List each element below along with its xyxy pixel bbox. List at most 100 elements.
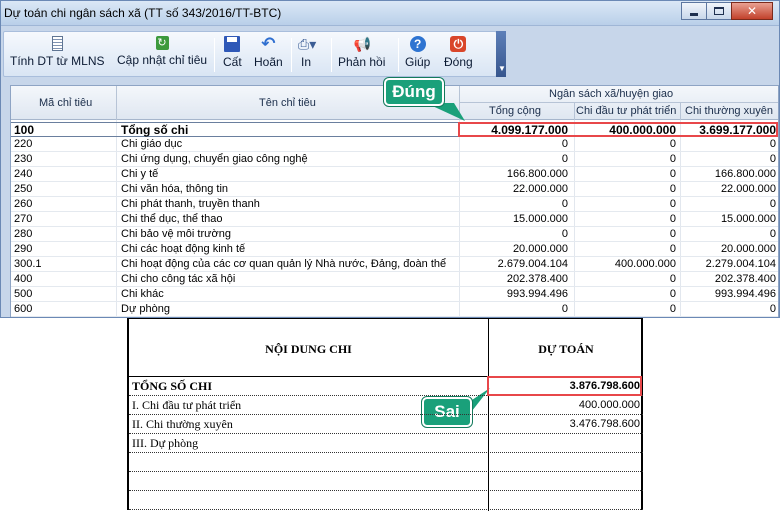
cell-total: 15.000.000	[512, 213, 568, 225]
report-row	[129, 491, 643, 510]
cell-code: 270	[14, 213, 33, 225]
cell-name: Chi hoạt động của các cơ quan quản lý Nh…	[121, 258, 447, 270]
calc-from-mlns-button[interactable]: Tính DT từ MLNS	[10, 34, 105, 74]
cell-invest: 0	[669, 198, 676, 210]
table-row[interactable]: 400 Chi cho công tác xã hội 202.378.400 0 20…	[11, 272, 778, 287]
feedback-label: Phản hồi	[338, 55, 386, 69]
cell-code: 240	[14, 168, 33, 180]
cell-invest: 0	[669, 168, 676, 180]
cell-code: 600	[14, 303, 33, 315]
feedback-button[interactable]: 📢 Phản hồi	[338, 34, 385, 74]
close-window-button[interactable]: ✕	[731, 2, 773, 20]
report-header-content: NỘI DUNG CHI	[265, 342, 352, 356]
cell-name: Chi giáo dục	[121, 138, 183, 150]
cell-regular: 0	[769, 303, 776, 315]
close-button[interactable]: ⏻ Đóng	[444, 34, 473, 74]
table-row[interactable]: 270 Chi thể dục, thể thao 15.000.000 0 15.00…	[11, 212, 778, 227]
cell-invest: 0	[669, 303, 676, 315]
cell-regular: 993.994.496	[714, 288, 776, 300]
table-row[interactable]: 600 Dự phòng 0 0 0	[11, 302, 778, 317]
help-label: Giúp	[405, 55, 431, 69]
report-row-value: 400.000.000	[578, 399, 640, 411]
table-row[interactable]: 500 Chi khác 993.994.496 0 993.994.496	[11, 287, 778, 302]
cell-name: Chi bảo vệ môi trường	[121, 228, 231, 240]
report-table: NỘI DUNG CHI DỰ TOÁN TỔNG SỐ CHI 3.876.79…	[127, 318, 643, 511]
cell-name: Chi thể dục, thể thao	[121, 213, 223, 225]
table-row[interactable]: 290 Chi các hoạt động kinh tế 20.000.000 0 2…	[11, 242, 778, 257]
update-targets-button[interactable]: ↻ Cập nhật chỉ tiêu	[117, 34, 207, 74]
header-name[interactable]: Tên chỉ tiêu	[259, 97, 316, 109]
title-bar: Dự toán chi ngân sách xã (TT số 343/2016…	[1, 1, 779, 26]
cell-regular: 0	[769, 153, 776, 165]
cell-total: 993.994.496	[506, 288, 568, 300]
cell-code: 500	[14, 288, 33, 300]
megaphone-icon: 📢	[353, 36, 372, 52]
maximize-button[interactable]	[706, 2, 732, 20]
cell-regular: 202.378.400	[714, 273, 776, 285]
minimize-icon	[690, 12, 698, 16]
help-icon: ?	[409, 36, 426, 52]
header-code[interactable]: Mã chỉ tiêu	[39, 97, 92, 109]
document-icon	[51, 36, 63, 51]
minimize-button[interactable]	[681, 2, 707, 20]
report-value-cell	[489, 491, 643, 510]
print-button[interactable]: ⎙▾ In	[298, 34, 317, 74]
print-icon: ⎙▾	[298, 36, 317, 52]
maximize-icon	[714, 7, 724, 15]
cell-code: 260	[14, 198, 33, 210]
header-divider	[459, 102, 778, 103]
report-value-cell: 400.000.000	[489, 396, 643, 415]
cell-total: 20.000.000	[512, 243, 568, 255]
cell-code: 220	[14, 138, 33, 150]
cell-total: 202.378.400	[506, 273, 568, 285]
cell-total: 0	[561, 138, 568, 150]
report-value-cell	[489, 472, 643, 491]
table-row[interactable]: 230 Chi ứng dụng, chuyển giao công nghệ 0 0…	[11, 152, 778, 167]
toolbar-overflow-button[interactable]: ▼	[496, 31, 506, 77]
save-icon	[224, 36, 241, 52]
cell-name: Tổng số chi	[121, 123, 189, 137]
header-regular[interactable]: Chi thường xuyên	[685, 105, 773, 117]
toolbar-separator	[291, 38, 292, 72]
cell-name: Chi ứng dụng, chuyển giao công nghệ	[121, 153, 308, 165]
wrong-highlight-box	[487, 376, 642, 396]
cell-regular: 15.000.000	[720, 213, 776, 225]
report-row-label: III. Dự phòng	[132, 436, 199, 450]
undo-button[interactable]: ↶ Hoãn	[254, 34, 283, 74]
print-label: In	[300, 55, 311, 69]
cell-regular: 0	[769, 228, 776, 240]
cell-name: Chi cho công tác xã hội	[121, 273, 236, 285]
table-row[interactable]: 300.1 Chi hoạt động của các cơ quan quản …	[11, 257, 778, 272]
table-row[interactable]: 280 Chi bảo vệ môi trường 0 0 0	[11, 227, 778, 242]
cell-invest: 0	[669, 153, 676, 165]
table-row[interactable]: 240 Chi y tế 166.800.000 0 166.800.000	[11, 167, 778, 182]
cell-total: 0	[561, 303, 568, 315]
header-divider	[680, 103, 681, 120]
report-row	[129, 472, 643, 491]
cell-regular: 20.000.000	[720, 243, 776, 255]
report-row-label: II. Chi thường xuyên	[132, 417, 233, 431]
header-divider	[116, 86, 117, 120]
header-total[interactable]: Tổng cộng	[489, 105, 541, 117]
header-group: Ngân sách xã/huyện giao	[549, 88, 674, 100]
table-row[interactable]: 220 Chi giáo dục 0 0 0	[11, 137, 778, 152]
report-value-cell	[489, 453, 643, 472]
update-targets-label: Cập nhật chỉ tiêu	[117, 53, 208, 67]
table-row[interactable]: 260 Chi phát thanh, truyền thanh 0 0 0	[11, 197, 778, 212]
report-value-cell	[489, 434, 643, 453]
table-row[interactable]: 250 Chi văn hóa, thông tin 22.000.000 0 22.0…	[11, 182, 778, 197]
cell-regular: 0	[769, 138, 776, 150]
report-header-estimate: DỰ TOÁN	[538, 342, 594, 356]
undo-icon: ↶	[261, 34, 276, 53]
cell-invest: 0	[669, 213, 676, 225]
calc-from-mlns-label: Tính DT từ MLNS	[10, 54, 105, 68]
cell-invest: 0	[669, 228, 676, 240]
app-window: Dự toán chi ngân sách xã (TT số 343/2016…	[0, 0, 780, 318]
save-button[interactable]: Cất	[223, 34, 242, 74]
report-row: II. Chi thường xuyên 3.476.798.600	[129, 415, 643, 434]
cell-regular: 22.000.000	[720, 183, 776, 195]
cell-regular: 166.800.000	[714, 168, 776, 180]
close-label: Đóng	[444, 55, 473, 69]
help-button[interactable]: ? Giúp	[405, 34, 430, 74]
header-invest[interactable]: Chi đầu tư phát triển	[576, 105, 676, 117]
